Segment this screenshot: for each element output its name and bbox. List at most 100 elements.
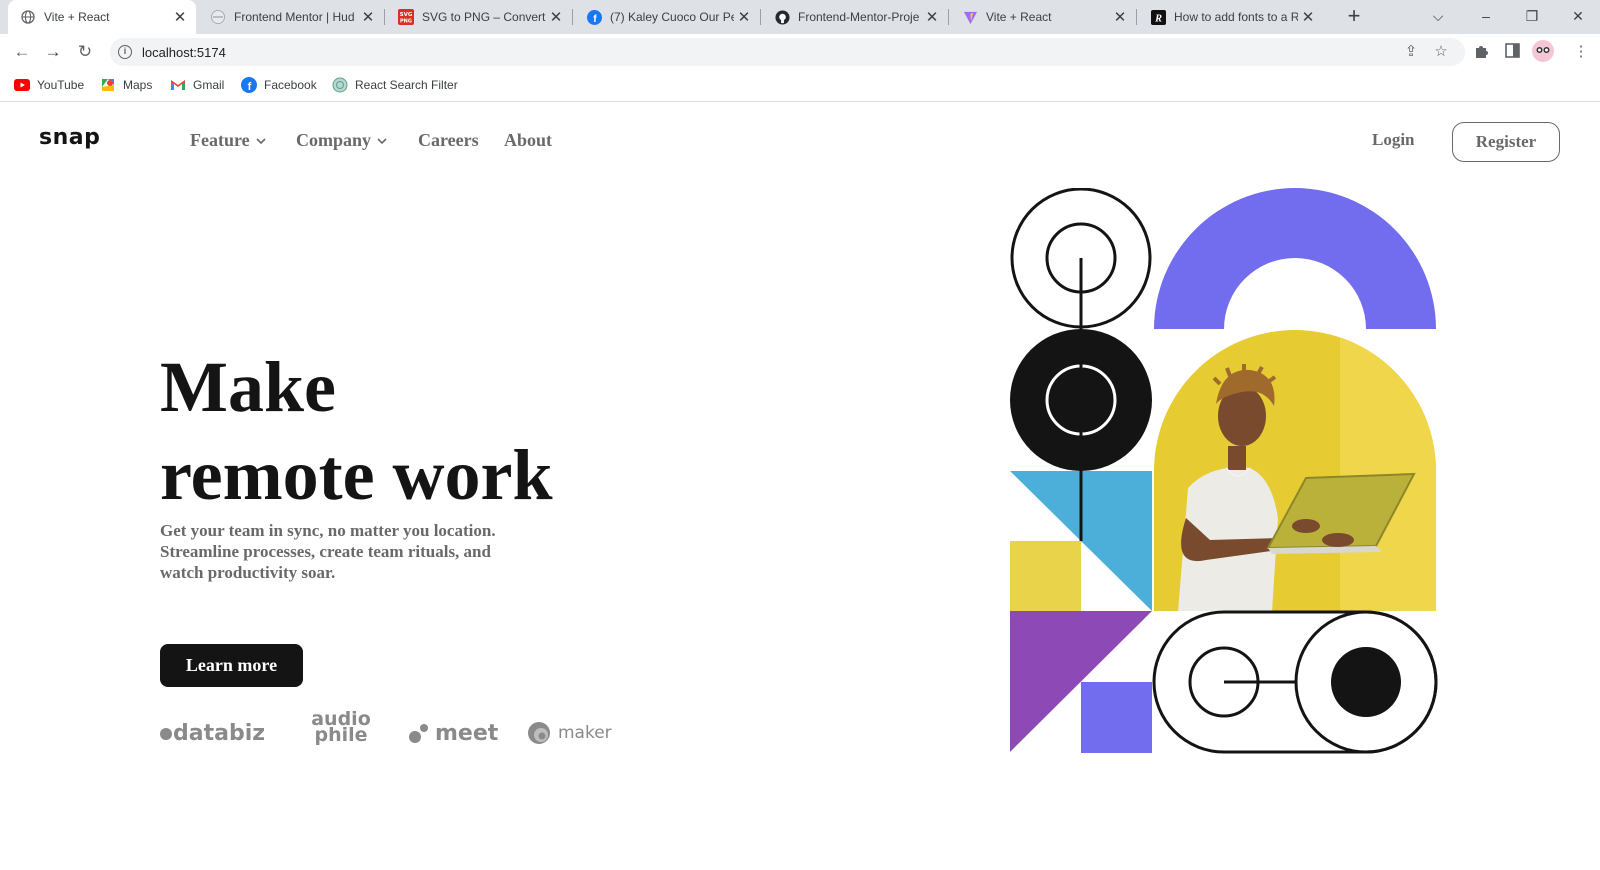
client-logo-databiz: databiz: [160, 721, 265, 746]
svg-text:f: f: [248, 81, 252, 93]
maker-swirl-icon: [528, 722, 550, 744]
close-icon[interactable]: ✕: [170, 8, 190, 26]
client-logo-meet: meet: [408, 721, 498, 746]
minimize-button[interactable]: –: [1470, 4, 1502, 28]
close-icon[interactable]: ✕: [1110, 8, 1130, 26]
browser-tab-vite-react[interactable]: Vite + React ✕: [8, 0, 196, 34]
client-name: meet: [435, 721, 499, 746]
vite-icon: [962, 9, 978, 25]
tab-title: How to add fonts to a R: [1174, 10, 1298, 24]
site-info-icon[interactable]: i: [118, 45, 132, 59]
close-icon[interactable]: ✕: [922, 8, 942, 26]
browser-tab[interactable]: Vite + React ✕: [950, 0, 1136, 34]
client-logo-audiophile: audio phile: [311, 708, 371, 746]
blue-block-shape: [1081, 471, 1152, 542]
purple-square-shape: [1081, 682, 1152, 753]
close-icon[interactable]: ✕: [1298, 8, 1318, 26]
close-icon[interactable]: ✕: [358, 8, 378, 26]
tab-title: Vite + React: [986, 10, 1052, 24]
meet-dots-icon: [409, 723, 428, 743]
login-link[interactable]: Login: [1372, 130, 1415, 150]
tab-title: Vite + React: [44, 10, 110, 24]
client-name: maker: [558, 723, 612, 743]
side-panel-icon[interactable]: [1503, 43, 1521, 61]
person-photo: [1154, 330, 1436, 611]
svg-png-icon: SVG PNG: [398, 9, 414, 25]
web-page: snap Feature Company Careers About Login…: [0, 103, 1600, 870]
chevron-down-icon: [256, 137, 266, 144]
menu-kebab-icon[interactable]: ⋮: [1572, 43, 1590, 61]
close-window-button[interactable]: ✕: [1562, 4, 1594, 28]
bookmark-label: YouTube: [37, 78, 85, 92]
globe-icon: [210, 9, 226, 25]
share-icon[interactable]: ⇪: [1402, 43, 1420, 61]
register-button[interactable]: Register: [1452, 122, 1560, 162]
tab-separator: [948, 9, 949, 25]
extensions-puzzle-icon[interactable]: [1472, 43, 1490, 61]
tab-separator: [1136, 9, 1137, 25]
facebook-icon: f: [241, 77, 257, 93]
hero-illustration: [1010, 188, 1438, 754]
tab-title: (7) Kaley Cuoco Our Pe: [610, 10, 734, 24]
svg-text:f: f: [593, 14, 597, 25]
address-bar[interactable]: i localhost:5174: [110, 38, 1465, 66]
svg-text:SVG: SVG: [400, 12, 413, 18]
close-icon[interactable]: ✕: [546, 8, 566, 26]
bookmarks-bar: YouTube Maps Gmail f Facebook React Sear…: [0, 70, 1600, 102]
snap-logo[interactable]: snap: [39, 125, 100, 150]
forward-arrow-icon[interactable]: →: [41, 40, 65, 64]
tab-title: SVG to PNG – Convert S: [422, 10, 546, 24]
globe-icon: [332, 77, 348, 93]
gmail-icon: [170, 77, 186, 93]
r-logo-icon: R: [1150, 9, 1166, 25]
tab-title: Frontend Mentor | Hud: [234, 10, 355, 24]
bookmark-react-search-filter[interactable]: React Search Filter: [332, 77, 458, 93]
nav-feature[interactable]: Feature: [190, 130, 266, 151]
tab-separator: [760, 9, 761, 25]
browser-tab[interactable]: Frontend Mentor | Hud ✕: [198, 0, 384, 34]
browser-tab[interactable]: R How to add fonts to a R ✕: [1138, 0, 1324, 34]
nav-label: Feature: [190, 130, 250, 150]
new-tab-button[interactable]: +: [1342, 5, 1366, 29]
browser-tab[interactable]: Frontend-Mentor-Proje ✕: [762, 0, 948, 34]
bookmark-label: Maps: [123, 78, 153, 92]
svg-text:R: R: [1154, 13, 1162, 24]
nav-about[interactable]: About: [504, 130, 552, 151]
learn-more-button[interactable]: Learn more: [160, 644, 303, 687]
profile-avatar[interactable]: [1531, 40, 1555, 64]
bookmark-star-icon[interactable]: ☆: [1432, 43, 1450, 61]
reload-icon[interactable]: ↻: [73, 40, 97, 64]
tab-search-chevron-icon[interactable]: ⌵: [1422, 4, 1454, 28]
hero-title-line-1: Make: [160, 347, 336, 427]
nav-company[interactable]: Company: [296, 130, 387, 151]
url-text: localhost:5174: [142, 44, 226, 60]
databiz-dot-icon: [160, 727, 172, 740]
nav-label: Company: [296, 130, 372, 150]
github-icon: [774, 9, 790, 25]
bookmark-maps[interactable]: Maps: [100, 77, 152, 93]
tab-separator: [572, 9, 573, 25]
client-name: databiz: [173, 721, 266, 746]
browser-tab[interactable]: f (7) Kaley Cuoco Our Pe ✕: [574, 0, 760, 34]
bookmark-label: React Search Filter: [355, 78, 458, 92]
client-logo-maker: maker: [527, 721, 612, 745]
restore-button[interactable]: ❐: [1516, 4, 1548, 28]
browser-tab-bar: Vite + React ✕ Frontend Mentor | Hud ✕ S…: [0, 0, 1600, 34]
bookmark-facebook[interactable]: f Facebook: [241, 77, 317, 93]
hero-title-line-2: remote work: [160, 435, 553, 515]
back-arrow-icon[interactable]: ←: [10, 40, 34, 64]
nav-careers[interactable]: Careers: [418, 130, 479, 151]
purple-arch-shape: [1154, 188, 1436, 329]
nav-label: Careers: [418, 130, 479, 150]
bookmark-label: Facebook: [264, 78, 317, 92]
browser-tab[interactable]: SVG PNG SVG to PNG – Convert S ✕: [386, 0, 572, 34]
hero-description: Get your team in sync, no matter you loc…: [160, 521, 496, 582]
close-icon[interactable]: ✕: [734, 8, 754, 26]
youtube-icon: [14, 77, 30, 93]
tab-title: Frontend-Mentor-Proje: [798, 10, 920, 24]
pill-toggle-shape: [1152, 610, 1438, 754]
bookmark-gmail[interactable]: Gmail: [170, 77, 224, 93]
bookmark-youtube[interactable]: YouTube: [14, 77, 84, 93]
maps-icon: [100, 77, 116, 93]
hero-title: Make remote work: [160, 343, 553, 519]
